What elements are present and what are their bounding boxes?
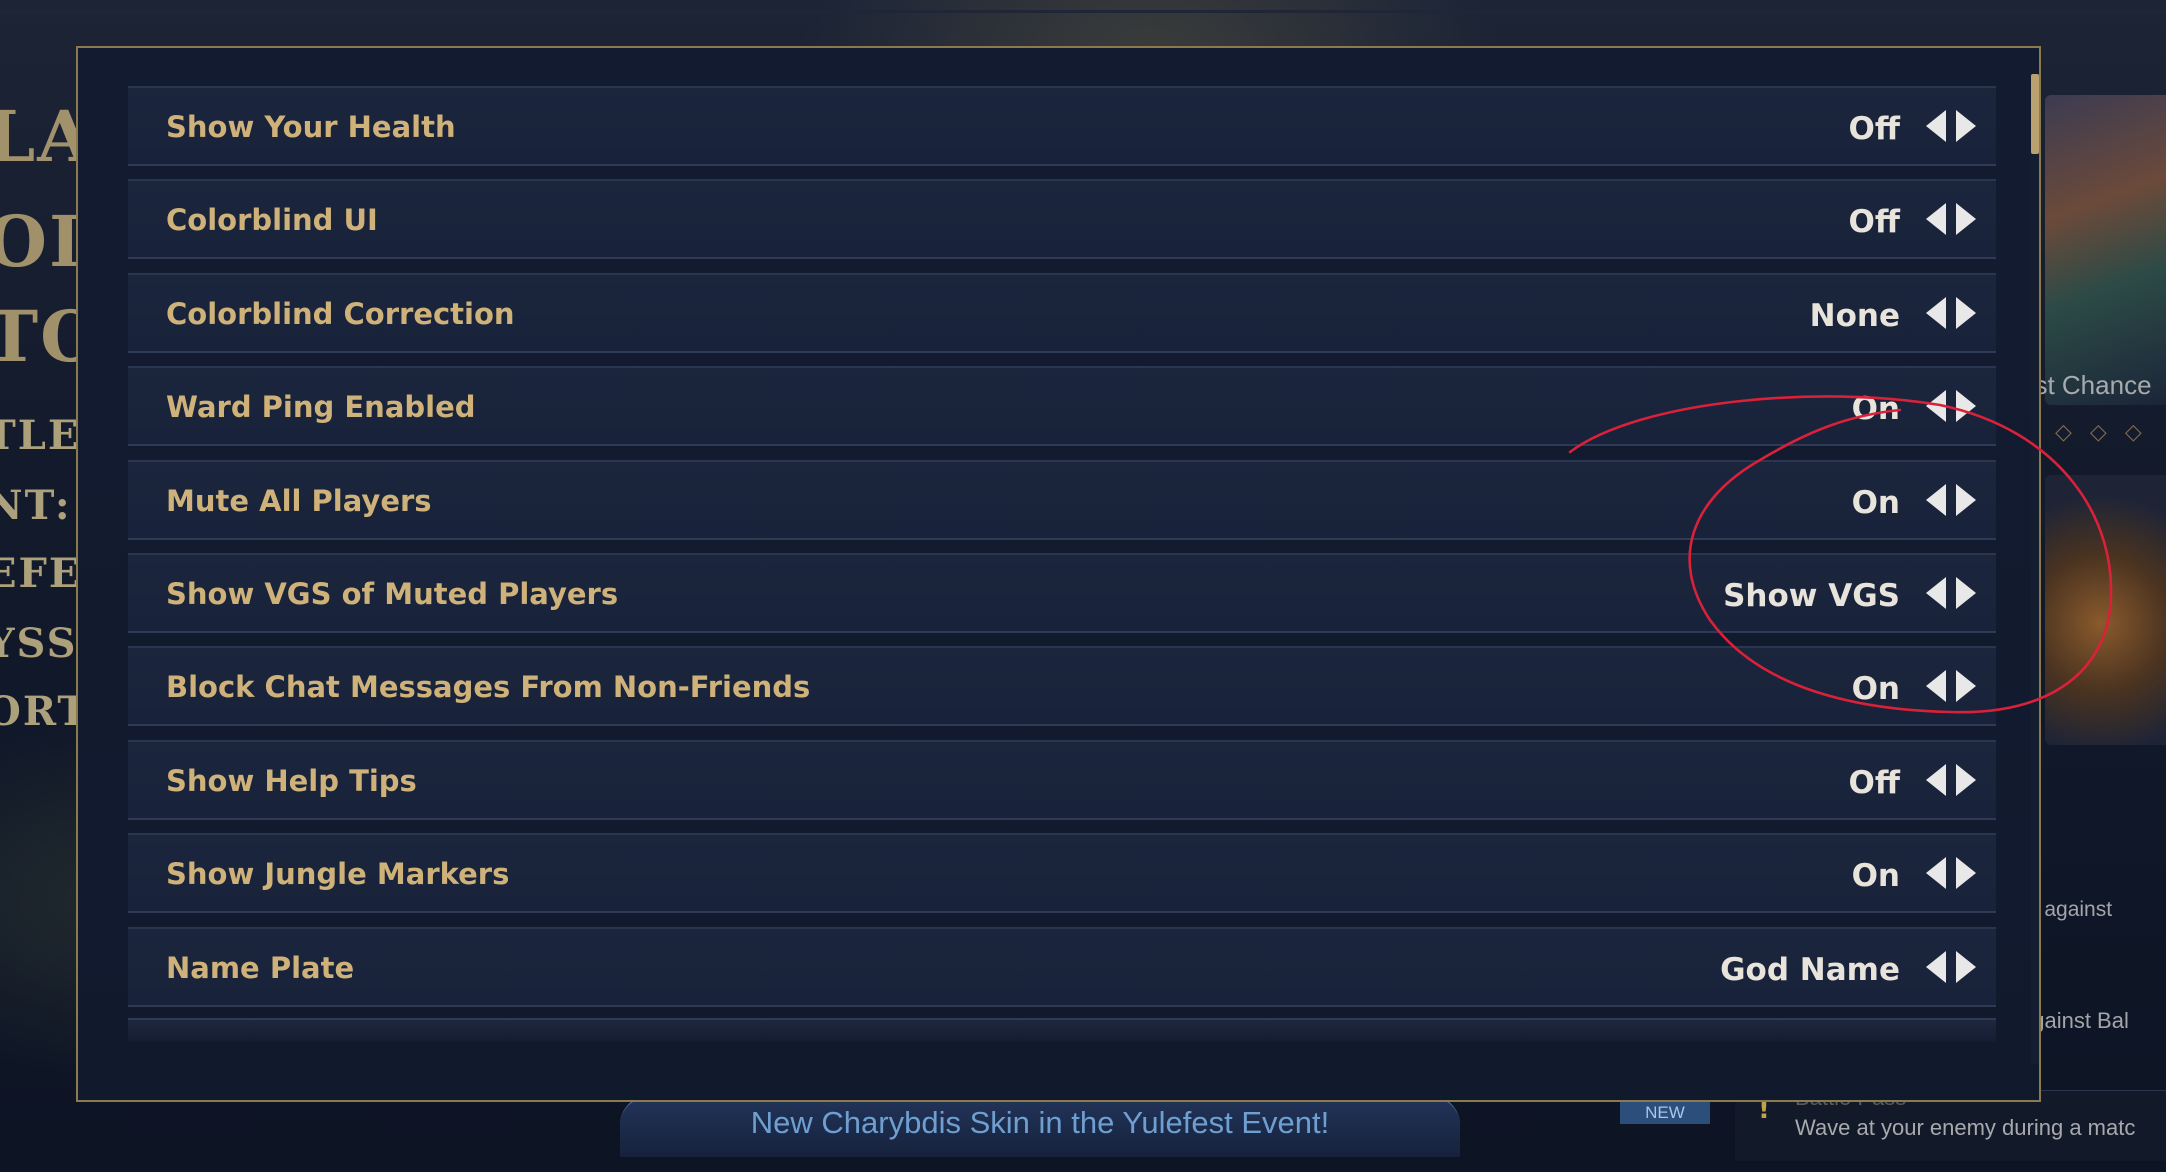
triangle-right-icon[interactable]	[1956, 483, 1976, 516]
triangle-right-icon[interactable]	[1956, 857, 1976, 890]
triangle-right-icon[interactable]	[1956, 296, 1976, 329]
setting-value: God Name	[1720, 951, 1900, 988]
setting-label: Show VGS of Muted Players	[166, 576, 619, 611]
menu-word-event: NT:	[0, 482, 72, 529]
triangle-left-icon[interactable]	[1926, 950, 1946, 983]
setting-row-show-your-health[interactable]: Show Your Health Off	[128, 86, 1996, 166]
setting-value: On	[1851, 391, 1900, 428]
triangle-right-icon[interactable]	[1956, 763, 1976, 796]
triangle-right-icon[interactable]	[1956, 203, 1976, 236]
new-badge: NEW	[1620, 1102, 1710, 1124]
settings-panel: Show Your Health Off Colorblind UI Off C…	[76, 46, 2041, 1102]
triangle-left-icon[interactable]	[1926, 483, 1946, 516]
setting-row-partial[interactable]	[128, 1018, 1996, 1042]
setting-value: None	[1809, 297, 1900, 334]
setting-label: Block Chat Messages From Non-Friends	[166, 670, 811, 705]
setting-value: On	[1851, 671, 1900, 708]
setting-value: On	[1851, 858, 1900, 895]
setting-row-colorblind-correction[interactable]: Colorblind Correction None	[128, 272, 1996, 353]
promo-card-middle[interactable]	[2045, 475, 2166, 745]
triangle-right-icon[interactable]	[1956, 950, 1976, 983]
triangle-left-icon[interactable]	[1926, 110, 1946, 142]
setting-row-name-plate[interactable]: Name Plate God Name	[128, 926, 1996, 1007]
carousel-dots[interactable]: ◇◇◇	[2055, 420, 2160, 445]
triangle-right-icon[interactable]	[1956, 670, 1976, 703]
setting-value: Show VGS	[1723, 577, 1900, 614]
scrollbar-thumb[interactable]	[2031, 74, 2039, 154]
triangle-right-icon[interactable]	[1956, 390, 1976, 423]
setting-row-mute-all-players[interactable]: Mute All Players On	[128, 459, 1996, 540]
triangle-left-icon[interactable]	[1926, 296, 1946, 329]
setting-row-show-help-tips[interactable]: Show Help Tips Off	[128, 739, 1996, 820]
setting-row-show-jungle-markers[interactable]: Show Jungle Markers On	[128, 833, 1996, 914]
setting-label: Show Jungle Markers	[166, 857, 510, 892]
triangle-left-icon[interactable]	[1926, 576, 1946, 609]
setting-row-colorblind-ui[interactable]: Colorblind UI Off	[128, 179, 1996, 260]
setting-label: Ward Ping Enabled	[166, 390, 476, 425]
setting-label: Show Your Health	[166, 110, 456, 144]
setting-label: Name Plate	[166, 950, 355, 985]
triangle-right-icon[interactable]	[1956, 110, 1976, 142]
setting-row-show-vgs-of-muted-players[interactable]: Show VGS of Muted Players Show VGS	[128, 552, 1996, 633]
setting-value: Off	[1848, 111, 1900, 147]
footer-news-text[interactable]: New Charybdis Skin in the Yulefest Event…	[690, 1105, 1390, 1141]
top-divider	[0, 10, 2166, 13]
setting-value: Off	[1848, 764, 1900, 801]
setting-label: Colorblind Correction	[166, 296, 515, 331]
triangle-left-icon[interactable]	[1926, 670, 1946, 703]
triangle-left-icon[interactable]	[1926, 390, 1946, 423]
scrollbar-track[interactable]	[2031, 74, 2039, 1064]
setting-row-ward-ping-enabled[interactable]: Ward Ping Enabled On	[128, 366, 1996, 447]
triangle-left-icon[interactable]	[1926, 857, 1946, 890]
triangle-right-icon[interactable]	[1956, 576, 1976, 609]
setting-value: On	[1851, 484, 1900, 521]
settings-list: Show Your Health Off Colorblind UI Off C…	[128, 86, 2008, 1020]
setting-label: Show Help Tips	[166, 763, 417, 798]
setting-value: Off	[1848, 204, 1900, 241]
setting-label: Mute All Players	[166, 483, 432, 518]
setting-label: Colorblind UI	[166, 203, 378, 238]
promo-card-top[interactable]	[2045, 95, 2166, 405]
triangle-left-icon[interactable]	[1926, 763, 1946, 796]
battle-pass-challenge-text: Wave at your enemy during a matc	[1795, 1115, 2136, 1140]
triangle-left-icon[interactable]	[1926, 203, 1946, 236]
setting-row-block-chat-messages[interactable]: Block Chat Messages From Non-Friends On	[128, 646, 1996, 727]
